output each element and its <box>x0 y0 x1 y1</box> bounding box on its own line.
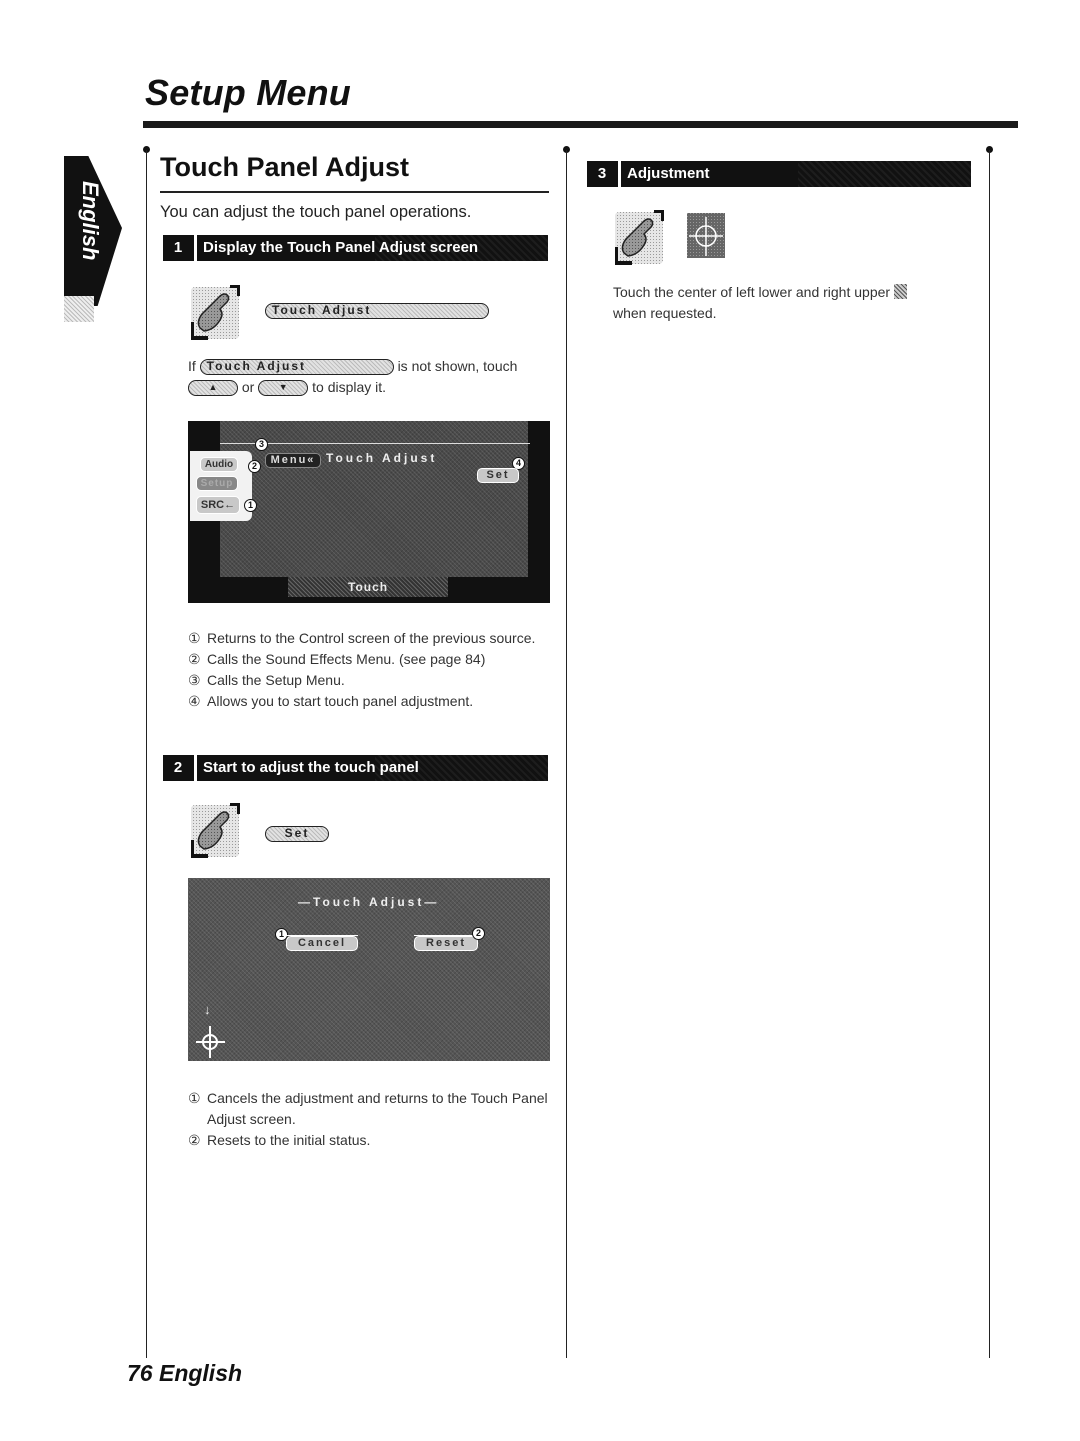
src-button[interactable]: SRC← <box>196 496 240 514</box>
touch-label: Touch <box>348 580 389 594</box>
page-footer: 76 English <box>127 1360 243 1386</box>
touch-hand-icon <box>191 285 240 340</box>
crosshair-target-icon <box>687 213 725 258</box>
language-tab-label: English <box>78 181 103 261</box>
column-rule-left <box>146 150 147 1358</box>
touch-adjust-button[interactable]: Touch Adjust <box>265 303 489 319</box>
touch-hand-icon <box>615 210 664 265</box>
touch-panel-adjust-screen: 3 Menu« Touch Adjust 4 Set Audio Setup S… <box>188 421 550 603</box>
touch-hand-icon <box>191 803 240 858</box>
audio-button[interactable]: Audio <box>200 457 238 472</box>
section-intro: You can adjust the touch panel operation… <box>160 203 472 221</box>
step-2-legend: ① Cancels the adjustment and returns to … <box>188 1088 548 1151</box>
step-number: 2 <box>163 755 193 781</box>
step-label: Start to adjust the touch panel <box>203 759 419 776</box>
legend-item: ② Calls the Sound Effects Menu. (see pag… <box>188 651 486 667</box>
callout-2: 2 <box>248 460 261 473</box>
crosshair-target-mini-icon <box>893 284 907 299</box>
step-number: 3 <box>587 161 617 187</box>
menu-button[interactable]: Menu« <box>265 453 321 468</box>
legend-item: ① Returns to the Control screen of the p… <box>188 630 536 646</box>
down-arrow-icon: ↓ <box>204 1002 211 1017</box>
screen-title: —Touch Adjust— <box>298 895 440 909</box>
callout-1: 1 <box>244 499 257 512</box>
step-label: Adjustment <box>627 165 710 182</box>
section-rule <box>160 191 549 193</box>
step-3-header: 3 Adjustment <box>587 161 971 187</box>
step-2-header: 2 Start to adjust the touch panel <box>163 755 548 781</box>
cancel-button[interactable]: Cancel <box>286 936 358 951</box>
touch-adjust-screen: —Touch Adjust— 1 Cancel Reset 2 ↓ <box>188 878 550 1061</box>
set-button[interactable]: Set <box>477 468 519 483</box>
callout-3: 3 <box>255 438 268 451</box>
step-label: Display the Touch Panel Adjust screen <box>203 239 479 256</box>
title-rule <box>143 121 1018 128</box>
step-number: 1 <box>163 235 193 261</box>
step-1-note: If Touch Adjust is not shown, touch ▲ or… <box>188 358 518 397</box>
reset-button[interactable]: Reset <box>414 936 478 951</box>
step-1-header: 1 Display the Touch Panel Adjust screen <box>163 235 548 261</box>
side-menu: Audio Setup SRC← <box>190 451 252 521</box>
screen-title: Touch Adjust <box>326 451 438 465</box>
legend-item: ② Resets to the initial status. <box>188 1132 371 1148</box>
callout-2: 2 <box>472 927 485 940</box>
touch-adjust-button-inline[interactable]: Touch Adjust <box>199 359 394 376</box>
setup-button[interactable]: Setup <box>196 476 238 491</box>
column-rule-right <box>989 150 990 1358</box>
language-tab: English <box>64 156 122 322</box>
legend-item: ④ Allows you to start touch panel adjust… <box>188 693 474 709</box>
crosshair-icon <box>196 1026 225 1058</box>
step-3-description: Touch the center of left lower and right… <box>613 282 963 324</box>
scroll-down-button[interactable]: ▼ <box>258 380 309 397</box>
set-button[interactable]: Set <box>265 826 329 842</box>
step-1-legend: ① Returns to the Control screen of the p… <box>188 628 538 712</box>
page-title: Setup Menu <box>145 72 351 113</box>
legend-item: ③ Calls the Setup Menu. <box>188 672 345 688</box>
section-title: Touch Panel Adjust <box>160 152 410 182</box>
scroll-up-button[interactable]: ▲ <box>188 380 238 397</box>
column-rule-middle <box>566 150 567 1358</box>
legend-item: ① Cancels the adjustment and returns to … <box>188 1090 548 1127</box>
